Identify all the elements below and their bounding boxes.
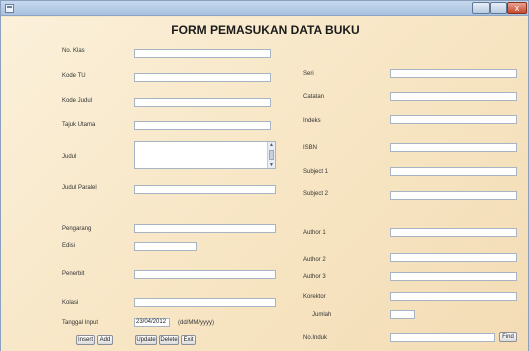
delete-button[interactable]: Delete [159,335,179,345]
label-subject-1: Subject 1 [303,169,329,175]
label-no-induk: No.Induk [303,335,328,341]
find-button[interactable]: Find [499,332,517,342]
author-3-field[interactable] [390,272,517,281]
label-author-1: Author 1 [303,230,326,236]
label-tajuk-utama: Tajuk Utama [62,122,96,128]
judul-textarea[interactable]: ▲ ▼ [134,141,276,169]
catatan-field[interactable] [390,92,517,101]
update-button[interactable]: Update [135,335,157,345]
label-author-2: Author 2 [303,257,326,263]
penerbit-field[interactable] [134,270,276,279]
judul-scrollbar[interactable]: ▲ ▼ [267,142,275,168]
jumlah-field[interactable] [390,310,415,319]
label-kode-tu: Kode TU [62,73,86,79]
title-bar: x [1,1,528,16]
label-judul-paralel: Judul Paralel [62,185,97,191]
label-seri: Seri [303,71,314,77]
kode-judul-field[interactable] [134,98,271,107]
scroll-thumb[interactable] [269,150,274,160]
label-indeks: Indeks [303,118,321,124]
kolasi-field[interactable] [134,298,276,307]
author-2-field[interactable] [390,253,517,262]
insert-button[interactable]: Insert [76,335,95,345]
form-title: FORM PEMASUKAN DATA BUKU [171,23,360,37]
judul-paralel-field[interactable] [134,185,276,194]
seri-field[interactable] [390,69,517,78]
isbn-field[interactable] [390,143,517,152]
app-window: x FORM PEMASUKAN DATA BUKU No. Klas Kode… [0,0,529,351]
minimize-button[interactable] [472,2,490,14]
maximize-button[interactable] [490,2,507,14]
label-penerbit: Penerbit [62,271,85,277]
label-kode-judul: Kode Judul [62,98,93,104]
kode-tu-field[interactable] [134,73,271,82]
no-induk-field[interactable] [390,333,495,342]
label-edisi: Edisi [62,243,76,249]
indeks-field[interactable] [390,115,517,124]
label-no-klas: No. Klas [62,48,85,54]
label-subject-2: Subject 2 [303,191,329,197]
label-tanggal-input: Tanggal Input [62,320,99,326]
subject-1-field[interactable] [390,167,517,176]
pengarang-field[interactable] [134,224,276,233]
label-kolasi: Kolasi [62,300,79,306]
label-author-3: Author 3 [303,274,326,280]
add-button[interactable]: Add [97,335,113,345]
tanggal-input-field[interactable]: 23/04/2012 [134,318,170,327]
exit-button[interactable]: Exit [181,335,196,345]
label-jumlah: Jumlah [312,312,332,318]
label-korektor: Korektor [303,294,326,300]
scroll-down-icon[interactable]: ▼ [268,162,275,168]
label-catatan: Catatan [303,94,325,100]
edisi-field[interactable] [134,242,197,251]
app-icon [5,4,14,13]
scroll-up-icon[interactable]: ▲ [268,142,275,148]
author-1-field[interactable] [390,228,517,237]
tajuk-utama-field[interactable] [134,121,271,130]
close-button[interactable]: x [507,2,527,14]
date-format-hint: (dd/MM/yyyy) [178,320,214,326]
no-klas-field[interactable] [134,49,271,58]
label-isbn: ISBN [303,145,318,151]
korektor-field[interactable] [390,292,517,301]
subject-2-field[interactable] [390,191,517,200]
label-judul: Judul [62,154,77,160]
label-pengarang: Pengarang [62,226,92,232]
